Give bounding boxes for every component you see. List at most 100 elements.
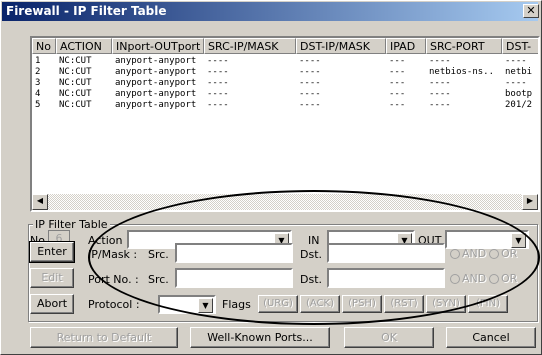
flag-ack-button[interactable]: (ACK)	[300, 295, 340, 313]
cell-action: NC:CUT	[59, 100, 92, 110]
port-and-radio[interactable]	[450, 274, 460, 284]
list-header: No ACTION INport-OUTport SRC-IP/MASK DST…	[32, 38, 538, 54]
dst-ip-label: Dst.	[300, 248, 323, 261]
cell-action: NC:CUT	[59, 89, 92, 99]
port-and-label: AND	[462, 272, 487, 285]
cancel-button[interactable]: Cancel	[446, 327, 536, 348]
cell-ports: anyport-anyport	[115, 100, 197, 110]
flag-fin-button[interactable]: (FIN)	[468, 295, 508, 313]
port-or-radio[interactable]	[489, 274, 499, 284]
close-icon[interactable]: ✕	[523, 4, 539, 18]
cell-action: NC:CUT	[59, 67, 92, 77]
abort-button[interactable]: Abort	[30, 294, 74, 314]
cell-no: 2	[35, 67, 41, 77]
cell-ports: anyport-anyport	[115, 78, 197, 88]
cell-dst-port: netbi	[505, 67, 533, 77]
ip-and-label: AND	[462, 247, 487, 260]
src-ip-input[interactable]	[175, 243, 293, 263]
src-port-label: Src.	[148, 273, 169, 286]
ip-mask-label: IP/Mask :	[88, 248, 138, 261]
cell-ports: anyport-anyport	[115, 56, 197, 66]
scroll-left-icon[interactable]: ◀	[32, 194, 48, 210]
cell-dst-ip: ----	[299, 78, 321, 88]
ip-and-radio[interactable]	[450, 249, 460, 259]
cell-src-ip: ----	[207, 89, 229, 99]
ip-or-radio[interactable]	[489, 249, 499, 259]
cell-no: 1	[35, 56, 41, 66]
title-bar: Firewall - IP Filter Table	[2, 2, 538, 21]
table-row[interactable]: 4 NC:CUT anyport-anyport ---- ---- --- -…	[32, 89, 538, 100]
chevron-down-icon[interactable]: ▼	[511, 233, 526, 248]
src-port-input[interactable]	[175, 268, 293, 288]
dst-ip-input[interactable]	[327, 243, 445, 263]
cell-ports: anyport-anyport	[115, 67, 197, 77]
cell-src-ip: ----	[207, 56, 229, 66]
flag-psh-button[interactable]: (PSH)	[342, 295, 382, 313]
protocol-label: Protocol :	[88, 298, 140, 311]
ok-button[interactable]: OK	[344, 327, 434, 348]
column-header-ipad[interactable]: IPAD	[386, 38, 426, 54]
cell-no: 4	[35, 89, 41, 99]
cell-ipad: ---	[389, 56, 406, 66]
table-row[interactable]: 2 NC:CUT anyport-anyport ---- ---- --- n…	[32, 67, 538, 78]
column-header-inport-outport[interactable]: INport-OUTport	[112, 38, 204, 54]
edit-button[interactable]: Edit	[30, 268, 74, 288]
protocol-select[interactable]: ▼	[158, 295, 216, 314]
column-header-src-port[interactable]: SRC-PORT	[426, 38, 502, 54]
cell-src-port: ----	[429, 89, 451, 99]
cell-ports: anyport-anyport	[115, 89, 197, 99]
cell-dst-ip: ----	[299, 100, 321, 110]
cell-dst-port: 201/2	[505, 100, 533, 110]
column-header-dst-ip[interactable]: DST-IP/MASK	[296, 38, 386, 54]
flag-rst-button[interactable]: (RST)	[384, 295, 424, 313]
cell-dst-ip: ----	[299, 89, 321, 99]
flag-urg-button[interactable]: (URG)	[258, 295, 298, 313]
groupbox-title: IP Filter Table	[33, 218, 110, 232]
dst-port-label: Dst.	[300, 273, 323, 286]
dst-port-input[interactable]	[327, 268, 445, 288]
cell-ipad: ---	[389, 67, 406, 77]
cell-src-port: netbios-ns..	[429, 67, 495, 77]
cell-src-port: ----	[429, 56, 451, 66]
filter-list[interactable]: No ACTION INport-OUTport SRC-IP/MASK DST…	[30, 36, 540, 212]
column-header-src-ip[interactable]: SRC-IP/MASK	[204, 38, 296, 54]
cell-src-port: ----	[429, 100, 451, 110]
cell-dst-ip: ----	[299, 67, 321, 77]
list-body: 1 NC:CUT anyport-anyport ---- ---- --- -…	[32, 56, 538, 194]
flags-label: Flags	[222, 298, 251, 311]
ip-or-label: OR	[501, 247, 518, 260]
scroll-right-icon[interactable]: ▶	[522, 194, 538, 210]
window-title: Firewall - IP Filter Table	[6, 4, 167, 18]
flag-syn-button[interactable]: (SYN)	[426, 295, 466, 313]
cell-src-port: ----	[429, 78, 451, 88]
enter-button[interactable]: Enter	[29, 241, 75, 263]
column-header-no[interactable]: No	[32, 38, 56, 54]
column-header-dst-port[interactable]: DST-	[502, 38, 538, 54]
well-known-ports-button[interactable]: Well-Known Ports...	[190, 327, 330, 348]
chevron-down-icon[interactable]: ▼	[198, 298, 213, 313]
cell-src-ip: ----	[207, 78, 229, 88]
cell-no: 5	[35, 100, 41, 110]
cell-dst-port: ----	[505, 78, 527, 88]
horizontal-scrollbar[interactable]: ◀ ▶	[32, 194, 538, 210]
src-ip-label: Src.	[148, 248, 169, 261]
cell-ipad: ---	[389, 89, 406, 99]
cell-action: NC:CUT	[59, 78, 92, 88]
table-row[interactable]: 5 NC:CUT anyport-anyport ---- ---- --- -…	[32, 100, 538, 111]
cell-action: NC:CUT	[59, 56, 92, 66]
column-header-action[interactable]: ACTION	[56, 38, 112, 54]
port-or-label: OR	[501, 272, 518, 285]
return-to-default-button[interactable]: Return to Default	[30, 327, 178, 348]
cell-dst-port: bootp	[505, 89, 533, 99]
cell-no: 3	[35, 78, 41, 88]
in-label: IN	[308, 234, 320, 247]
cell-src-ip: ----	[207, 100, 229, 110]
cell-ipad: ---	[389, 100, 406, 110]
cell-ipad: ---	[389, 78, 406, 88]
action-label: Action	[88, 234, 123, 247]
cell-dst-port: ----	[505, 56, 527, 66]
table-row[interactable]: 3 NC:CUT anyport-anyport ---- ---- --- -…	[32, 78, 538, 89]
cell-dst-ip: ----	[299, 56, 321, 66]
port-no-label: Port No. :	[88, 273, 139, 286]
table-row[interactable]: 1 NC:CUT anyport-anyport ---- ---- --- -…	[32, 56, 538, 67]
